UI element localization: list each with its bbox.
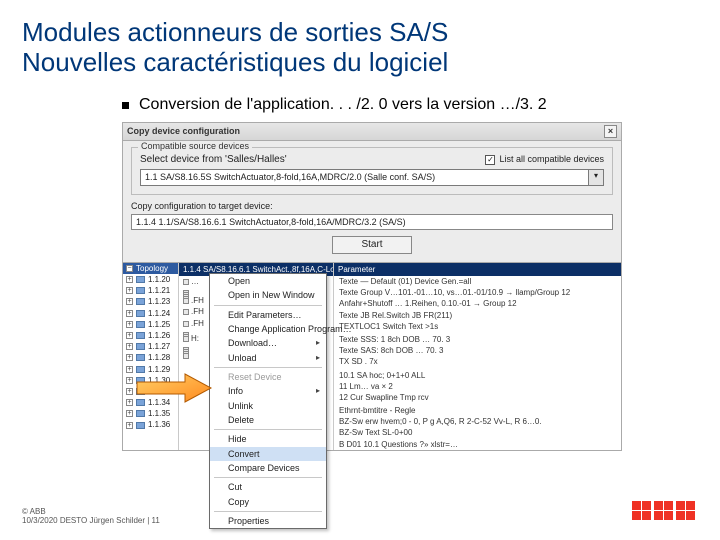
parameter-row: BZ-Sw erw hvem;0 - 0, P g A,Q6, R 2-C-52… bbox=[334, 416, 621, 427]
menu-copy[interactable]: Copy bbox=[210, 495, 326, 509]
target-device-value: 1.1.4 1.1/SA/S8.16.6.1 SwitchActuator,8-… bbox=[131, 214, 613, 230]
copyright: © ABB bbox=[22, 507, 160, 517]
bullet-text: Conversion de l'application. . . /2. 0 v… bbox=[139, 96, 547, 114]
parameter-row: 11 Lm… va × 2 bbox=[334, 381, 621, 392]
menu-separator bbox=[214, 429, 322, 430]
tree-item[interactable]: +1.1.27 bbox=[123, 341, 178, 352]
slide-subtitle: Nouvelles caractéristiques du logiciel bbox=[22, 48, 698, 78]
copy-to-label: Copy configuration to target device: bbox=[131, 201, 613, 211]
footer-date-author: 10/3/2020 DESTO Jürgen Schilder | 11 bbox=[22, 516, 160, 526]
tree-item[interactable]: +1.1.35 bbox=[123, 408, 178, 419]
abb-logo bbox=[632, 499, 696, 528]
dialog-title-text: Copy device configuration bbox=[127, 126, 240, 136]
select-device-label: Select device from 'Salles/Halles' bbox=[140, 154, 287, 166]
tree-item[interactable]: +1.1.26 bbox=[123, 330, 178, 341]
callout-arrow-icon bbox=[135, 371, 213, 405]
parameter-row: TEXTLOC1 Switch Text >1s bbox=[334, 321, 621, 332]
ets-panel: − Topology +1.1.20 +1.1.21 +1.1.23 +1.1.… bbox=[123, 262, 621, 450]
parameter-row: TX SD . 7x bbox=[334, 356, 621, 367]
source-device-value: 1.1 SA/S8.16.5S SwitchActuator,8-fold,16… bbox=[140, 169, 589, 185]
menu-compare-devices[interactable]: Compare Devices bbox=[210, 461, 326, 475]
menu-open[interactable]: Open bbox=[210, 274, 326, 288]
menu-edit-parameters[interactable]: Edit Parameters… bbox=[210, 308, 326, 322]
tree-title: Topology bbox=[136, 264, 168, 273]
group-legend: Compatible source devices bbox=[138, 141, 252, 151]
parameter-row: Ethrnt-bmtitre - Regle bbox=[334, 405, 621, 416]
parameter-row: BZ-Sw Text SL-0+00 bbox=[334, 427, 621, 438]
menu-download[interactable]: Download… bbox=[210, 336, 326, 350]
menu-cut[interactable]: Cut bbox=[210, 480, 326, 494]
parameter-row: 12 Cur Swapline Tmp rcv bbox=[334, 392, 621, 403]
bullet-square-icon bbox=[122, 102, 129, 109]
dialog-titlebar: Copy device configuration × bbox=[123, 123, 621, 141]
chevron-down-icon[interactable]: ▾ bbox=[589, 169, 604, 185]
menu-change-application[interactable]: Change Application Program… bbox=[210, 322, 326, 336]
menu-properties[interactable]: Properties bbox=[210, 514, 326, 528]
parameter-row: 10.1 SA hoc; 0+1+0 ALL bbox=[334, 370, 621, 381]
parameter-row: Anfahr+Shutoff … 1.Reihen, 0.10.-01 → Gr… bbox=[334, 298, 621, 309]
parameter-row: Texte JB Rel.Switch JB FR(211) bbox=[334, 310, 621, 321]
menu-reset-device: Reset Device bbox=[210, 370, 326, 384]
menu-open-new-window[interactable]: Open in New Window bbox=[210, 288, 326, 302]
group-compatible-devices: Compatible source devices Select device … bbox=[131, 147, 613, 195]
bullet-row: Conversion de l'application. . . /2. 0 v… bbox=[122, 96, 698, 114]
parameter-row: Texte — Default (01) Device Gen.=all bbox=[334, 276, 621, 287]
tree-item[interactable]: +1.1.23 bbox=[123, 296, 178, 307]
tree-item[interactable]: +1.1.28 bbox=[123, 352, 178, 363]
close-icon[interactable]: × bbox=[604, 125, 617, 138]
device-settings-column: 1.1.4 SA/S8.16.6.1 SwitchAct.,8f,16A,C-L… bbox=[179, 263, 334, 450]
parameter-header: Parameter bbox=[334, 263, 621, 276]
checkbox-label: List all compatible devices bbox=[499, 154, 604, 164]
screenshot-dialog: Copy device configuration × Compatible s… bbox=[122, 122, 622, 451]
menu-unlink[interactable]: Unlink bbox=[210, 399, 326, 413]
menu-convert[interactable]: Convert bbox=[210, 447, 326, 461]
tree-item[interactable]: +1.1.20 bbox=[123, 274, 178, 285]
dialog-body: Compatible source devices Select device … bbox=[123, 141, 621, 262]
slide-title: Modules actionneurs de sorties SA/S bbox=[22, 18, 698, 48]
tree-item[interactable]: +1.1.25 bbox=[123, 319, 178, 330]
menu-delete[interactable]: Delete bbox=[210, 413, 326, 427]
device-tree[interactable]: − Topology +1.1.20 +1.1.21 +1.1.23 +1.1.… bbox=[123, 263, 179, 450]
menu-info[interactable]: Info bbox=[210, 384, 326, 398]
list-compatible-checkbox[interactable]: ✓ List all compatible devices bbox=[485, 154, 604, 164]
parameter-row: Texte SAS: 8ch DOB … 70. 3 bbox=[334, 345, 621, 356]
parameter-column: Parameter Texte — Default (01) Device Ge… bbox=[334, 263, 621, 450]
menu-unload[interactable]: Unload bbox=[210, 351, 326, 365]
context-menu[interactable]: Open Open in New Window Edit Parameters…… bbox=[209, 273, 327, 530]
parameter-row: Texte Group V…101.-01…10, vs…01.-01/10.9… bbox=[334, 287, 621, 298]
checkbox-icon: ✓ bbox=[485, 155, 495, 165]
menu-hide[interactable]: Hide bbox=[210, 432, 326, 446]
source-device-combo[interactable]: 1.1 SA/S8.16.5S SwitchActuator,8-fold,16… bbox=[140, 169, 604, 185]
menu-separator bbox=[214, 367, 322, 368]
minus-icon: − bbox=[126, 265, 133, 272]
tree-header: − Topology bbox=[123, 263, 178, 274]
tree-item[interactable]: +1.1.24 bbox=[123, 308, 178, 319]
tree-item[interactable]: +1.1.21 bbox=[123, 285, 178, 296]
menu-separator bbox=[214, 477, 322, 478]
parameter-row: Texte SSS: 1 8ch DOB … 70. 3 bbox=[334, 334, 621, 345]
tree-item[interactable]: +1.1.36 bbox=[123, 419, 178, 430]
menu-separator bbox=[214, 511, 322, 512]
footer-meta: © ABB 10/3/2020 DESTO Jürgen Schilder | … bbox=[22, 507, 160, 526]
menu-separator bbox=[214, 305, 322, 306]
parameter-row: B D01 10.1 Questions ?» xlstr=… bbox=[334, 439, 621, 450]
title-block: Modules actionneurs de sorties SA/S Nouv… bbox=[22, 18, 698, 78]
start-button[interactable]: Start bbox=[332, 236, 411, 254]
